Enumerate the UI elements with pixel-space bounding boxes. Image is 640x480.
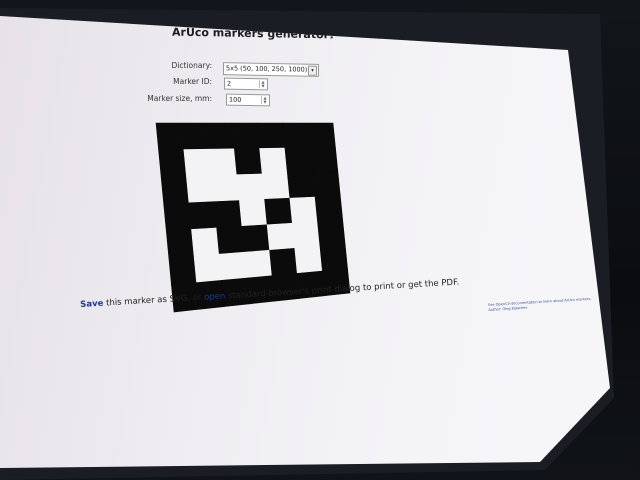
marker-cell (211, 174, 240, 202)
monitor-screen: ArUco markers generator! Dictionary: 5x5… (0, 16, 610, 468)
chevron-down-icon[interactable]: ▾ (308, 65, 317, 76)
marker-cell (314, 195, 344, 223)
photo-scene: ArUco markers generator! Dictionary: 5x5… (0, 0, 640, 480)
marker-size-input[interactable]: 100 ▲ ▼ (226, 93, 270, 107)
open-print-dialog-link[interactable]: open (204, 291, 226, 302)
marker-cell (294, 246, 323, 274)
marker-cell (309, 146, 339, 173)
marker-cell (155, 122, 185, 151)
marker-cell (213, 200, 243, 229)
marker-cell (188, 201, 218, 230)
marker-cell (289, 196, 318, 224)
marker-cell (284, 147, 313, 174)
marker-cell (160, 175, 190, 205)
marker-cell (206, 122, 235, 150)
marker-cell (291, 221, 321, 249)
marker-cell (191, 227, 220, 257)
marker-cell (319, 244, 348, 272)
marker-cell (218, 251, 248, 281)
marker-cell (208, 148, 238, 176)
spinner-arrows-icon[interactable]: ▲ ▼ (261, 95, 268, 105)
dictionary-label: Dictionary: (171, 61, 212, 70)
marker-cell (186, 175, 215, 204)
marker-cell (256, 122, 286, 149)
marker-cell (244, 249, 273, 279)
marker-cell (241, 224, 270, 253)
marker-cell (259, 147, 288, 175)
marker-cell (239, 199, 268, 227)
marker-cell (261, 172, 291, 200)
credit-text: See OpenCV documentation to learn about … (488, 297, 592, 313)
marker-cell (165, 229, 195, 259)
spinner-arrows-icon[interactable]: ▲ ▼ (259, 79, 266, 89)
dictionary-select[interactable]: 5x5 (50, 100, 250, 1000) ▾ (223, 62, 319, 77)
marker-cell (158, 149, 187, 178)
marker-cell (180, 122, 210, 150)
marker-cell (287, 172, 316, 199)
marker-cell (282, 122, 311, 149)
marker-cell (264, 197, 293, 226)
marker-id-label: Marker ID: (173, 77, 212, 86)
marker-cell (168, 255, 197, 286)
save-svg-link[interactable]: Save (80, 299, 104, 310)
marker-cell (312, 171, 341, 198)
marker-cell (307, 122, 336, 148)
marker-cell (231, 122, 260, 150)
marker-cell (266, 222, 296, 251)
marker-cell (234, 148, 263, 175)
marker-cell (183, 148, 212, 177)
marker-cell (236, 173, 265, 201)
marker-id-input[interactable]: 2 ▲ ▼ (224, 77, 268, 91)
marker-size-label: Marker size, mm: (147, 94, 212, 103)
marker-cell (216, 226, 245, 255)
marker-cell (269, 247, 298, 277)
marker-size-value: 100 (229, 95, 242, 104)
marker-id-value: 2 (227, 79, 232, 88)
marker-cell (163, 202, 192, 232)
dictionary-select-value: 5x5 (50, 100, 250, 1000) (226, 64, 308, 74)
marker-cell (317, 219, 346, 247)
marker-cell (193, 253, 223, 283)
